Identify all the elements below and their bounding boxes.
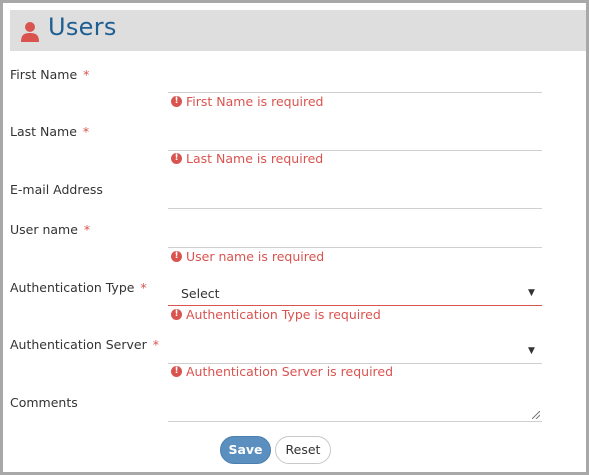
first-name-label: First Name * [10, 67, 90, 82]
error-icon: ! [171, 309, 182, 320]
auth-server-label: Authentication Server * [10, 337, 159, 352]
auth-type-underline [168, 305, 542, 306]
email-label: E-mail Address [10, 182, 103, 197]
required-marker: * [83, 222, 91, 237]
user-icon [21, 22, 39, 42]
chevron-down-icon[interactable]: ▼ [528, 288, 535, 298]
auth-type-select[interactable]: Select [181, 286, 220, 301]
chevron-down-icon[interactable]: ▼ [528, 346, 535, 356]
auth-type-label: Authentication Type * [10, 280, 147, 295]
page-title: Users [48, 13, 117, 41]
panel-header: Users [10, 10, 586, 51]
last-name-error: ! Last Name is required [171, 151, 323, 166]
resize-handle-icon[interactable] [532, 411, 540, 419]
reset-button[interactable]: Reset [275, 436, 331, 464]
required-marker: * [140, 280, 147, 295]
required-marker: * [152, 337, 159, 352]
required-marker: * [83, 67, 90, 82]
user-name-label: User name * [10, 222, 91, 237]
comments-textarea[interactable] [168, 421, 542, 422]
user-name-input[interactable] [168, 247, 542, 248]
error-icon: ! [171, 251, 182, 262]
last-name-label: Last Name * [10, 124, 90, 139]
error-icon: ! [171, 153, 182, 164]
first-name-error: ! First Name is required [171, 94, 323, 109]
email-input[interactable] [168, 208, 542, 209]
first-name-input[interactable] [168, 92, 542, 93]
error-icon: ! [171, 96, 182, 107]
save-button[interactable]: Save [220, 436, 271, 464]
error-icon: ! [171, 366, 182, 377]
user-name-error: ! User name is required [171, 249, 324, 264]
required-marker: * [82, 124, 90, 139]
auth-server-error: ! Authentication Server is required [171, 364, 393, 379]
auth-type-error: ! Authentication Type is required [171, 307, 381, 322]
comments-label: Comments [10, 395, 78, 410]
